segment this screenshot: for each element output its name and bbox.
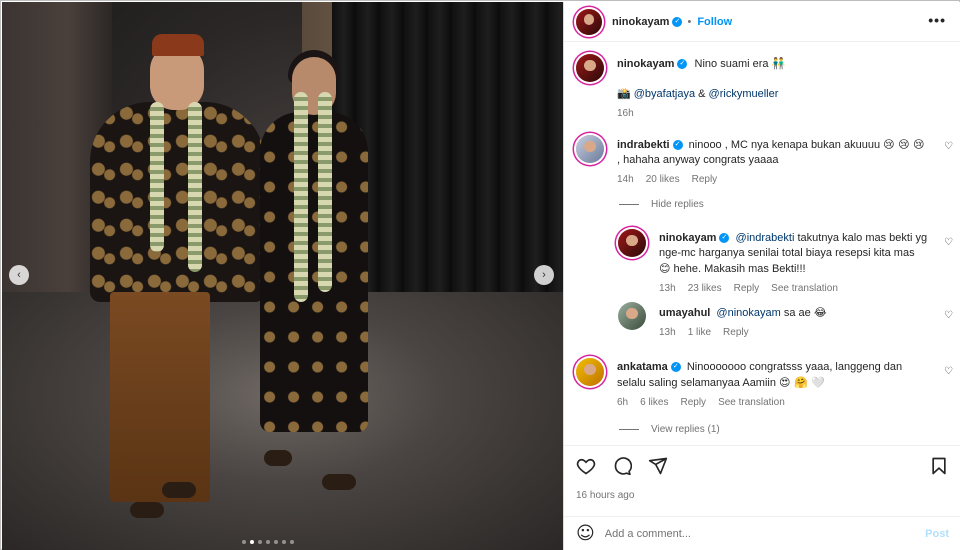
reply-text-end: hehe. Makasih mas Bekti!!! — [673, 263, 806, 275]
comment-text: Ninooooooo congratsss yaaa, langgeng dan — [686, 361, 903, 373]
like-heart-icon[interactable]: ♡ — [944, 366, 953, 377]
mention-link[interactable]: @rickymueller — [709, 88, 779, 100]
see-translation-link[interactable]: See translation — [718, 397, 785, 408]
groom-figure — [90, 102, 265, 302]
groom-garland — [150, 102, 164, 252]
caption-text: Nino suami era — [694, 58, 769, 70]
post-time-ago: 16 hours ago — [576, 490, 635, 501]
reply-button[interactable]: Reply — [680, 397, 706, 408]
post-sidebar: ninokayam ✓ • Follow ••• ninokayam ✓ Nino… — [563, 2, 960, 550]
bride-garland — [318, 92, 332, 292]
reply-emoji: 😊 — [659, 262, 671, 275]
verified-badge-icon: ✓ — [719, 233, 730, 244]
like-heart-icon[interactable]: ♡ — [944, 310, 953, 321]
verified-badge-icon: ✓ — [677, 59, 688, 70]
share-send-icon[interactable] — [648, 456, 668, 479]
caption-emoji: 👬 — [771, 57, 786, 70]
bride-shoe — [264, 450, 292, 466]
comment-text: ninooo , MC nya kenapa bukan akuuuu — [688, 139, 881, 151]
camera-emoji: 📸 — [617, 87, 631, 100]
commenter-avatar[interactable] — [576, 358, 604, 386]
carousel-dot — [266, 540, 270, 544]
see-translation-link[interactable]: See translation — [771, 283, 838, 294]
like-heart-icon[interactable]: ♡ — [944, 141, 953, 152]
groom-sarong — [110, 292, 210, 502]
reply-likes[interactable]: 23 likes — [688, 283, 722, 294]
save-bookmark-icon[interactable] — [929, 456, 949, 479]
comment-username[interactable]: ankatama — [617, 361, 668, 373]
carousel-dot — [290, 540, 294, 544]
reply-time: 13h — [659, 283, 676, 294]
more-options-icon[interactable]: ••• — [928, 12, 946, 28]
caption-avatar[interactable] — [576, 54, 604, 82]
reply-button[interactable]: Reply — [723, 327, 749, 338]
separator-dot: • — [687, 15, 692, 28]
reply-emoji: 😂 — [813, 306, 827, 319]
post-actions-bar — [564, 445, 960, 479]
comment-bubble-icon[interactable] — [612, 456, 633, 479]
groom-shoe — [130, 502, 164, 518]
carousel-next-button[interactable]: › — [534, 265, 554, 285]
reply-username[interactable]: umayahul — [659, 307, 710, 319]
comment-text-cont: selalu saling selamanyaa Aamiin — [617, 377, 776, 389]
reply-username[interactable]: ninokayam — [659, 232, 716, 244]
post-header: ninokayam ✓ • Follow ••• — [564, 2, 960, 42]
post-comment-button[interactable]: Post — [925, 528, 949, 540]
view-replies-button[interactable]: View replies (1) — [619, 424, 720, 435]
like-heart-icon[interactable]: ♡ — [944, 237, 953, 248]
bride-garland — [294, 92, 308, 302]
bride-figure — [260, 112, 368, 432]
hide-replies-button[interactable]: Hide replies — [619, 199, 704, 210]
reply-button[interactable]: Reply — [692, 174, 718, 185]
carousel-dot — [274, 540, 278, 544]
comment-emoji: 😢 😢 😢 — [883, 138, 925, 151]
comment-time: 6h — [617, 397, 629, 408]
carousel-dot — [258, 540, 262, 544]
verified-badge-icon: ✓ — [672, 16, 683, 27]
reply-text-cont: nge-mc harganya senilai total biaya rese… — [659, 247, 915, 259]
reply-likes[interactable]: 1 like — [688, 327, 711, 338]
verified-badge-icon: ✓ — [670, 362, 681, 373]
carousel-dots — [242, 540, 294, 544]
mention-link[interactable]: @byafatjaya — [634, 88, 695, 100]
caption-amp: & — [698, 88, 706, 100]
bride-shoe — [322, 474, 356, 490]
reply-avatar[interactable] — [618, 229, 646, 257]
mention-link[interactable]: @ninokayam — [716, 307, 780, 319]
commenter-avatar[interactable] — [576, 135, 604, 163]
comment-time: 14h — [617, 174, 634, 185]
emoji-picker-icon[interactable]: ☺ — [576, 523, 595, 544]
add-comment-bar: ☺ Post — [564, 516, 960, 550]
carousel-dot — [282, 540, 286, 544]
comment-text-cont: , hahaha anyway congrats yaaaa — [617, 154, 779, 166]
comment-emoji: 😍 🤗 🤍 — [779, 376, 825, 389]
verified-badge-icon: ✓ — [672, 140, 683, 151]
author-username[interactable]: ninokayam — [612, 16, 669, 28]
comment-input[interactable] — [604, 527, 926, 540]
carousel-dot — [242, 540, 246, 544]
groom-headdress — [152, 34, 204, 56]
reply-button[interactable]: Reply — [734, 283, 760, 294]
post-photo: ‹ › — [2, 2, 563, 550]
groom-garland — [188, 102, 202, 272]
carousel-prev-button[interactable]: ‹ — [9, 265, 29, 285]
reply-time: 13h — [659, 327, 676, 338]
comment-likes[interactable]: 20 likes — [646, 174, 680, 185]
carousel-dot — [250, 540, 254, 544]
follow-button[interactable]: Follow — [697, 16, 732, 28]
caption-time: 16h — [617, 108, 634, 119]
reply-avatar[interactable] — [618, 302, 646, 330]
caption-username[interactable]: ninokayam — [617, 58, 674, 70]
comment-username[interactable]: indrabekti — [617, 139, 670, 151]
reply-text: sa ae — [783, 307, 811, 319]
post-modal: ‹ › ninokayam ✓ • Follow ••• ninokayam ✓ … — [0, 0, 960, 550]
mention-link[interactable]: @indrabekti — [736, 232, 795, 244]
author-avatar[interactable] — [576, 8, 602, 35]
comment-likes[interactable]: 6 likes — [640, 397, 668, 408]
reply-text: takutnya kalo mas bekti yg — [797, 232, 928, 244]
groom-shoe — [162, 482, 196, 498]
like-post-heart-icon[interactable] — [576, 456, 596, 479]
